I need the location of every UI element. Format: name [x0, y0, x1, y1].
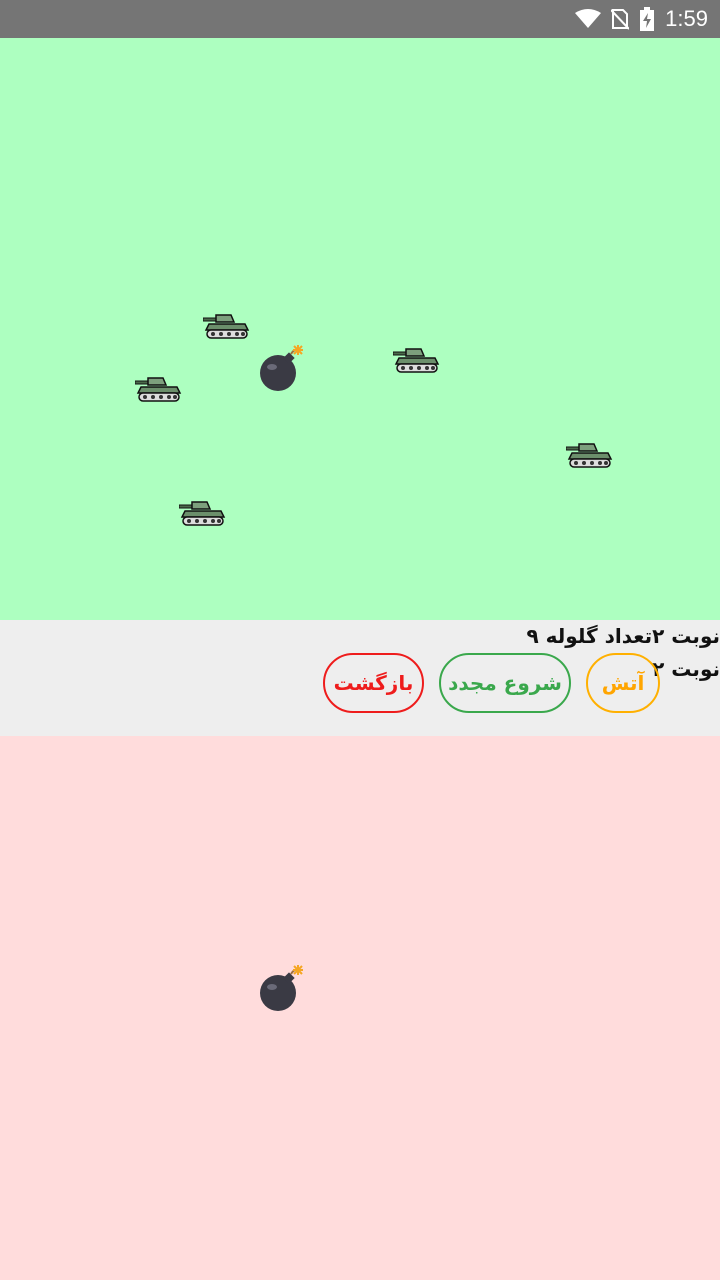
fire-button[interactable]: آتش: [586, 653, 660, 713]
tank-icon: [179, 501, 226, 526]
bomb-icon: [260, 345, 303, 391]
enemy-field[interactable]: [0, 38, 720, 620]
bomb-icon: [260, 965, 303, 1011]
no-sim-icon: [611, 8, 630, 30]
tank-icon: [393, 348, 440, 373]
status-bar: 1:59: [0, 0, 720, 38]
player-field[interactable]: [0, 736, 720, 1280]
tank-icon: [566, 443, 613, 468]
turn-text: نوبت ۲: [652, 657, 720, 681]
tank-icon: [135, 377, 182, 402]
back-button[interactable]: بازگشت: [323, 653, 424, 713]
turn-ammo-text: نوبت ۲تعداد گلوله ۹: [526, 624, 720, 648]
battery-charging-icon: [639, 7, 655, 31]
wifi-icon: [575, 9, 602, 29]
tank-icon: [203, 314, 250, 339]
status-time: 1:59: [665, 6, 708, 31]
restart-button[interactable]: شروع مجدد: [439, 653, 571, 713]
